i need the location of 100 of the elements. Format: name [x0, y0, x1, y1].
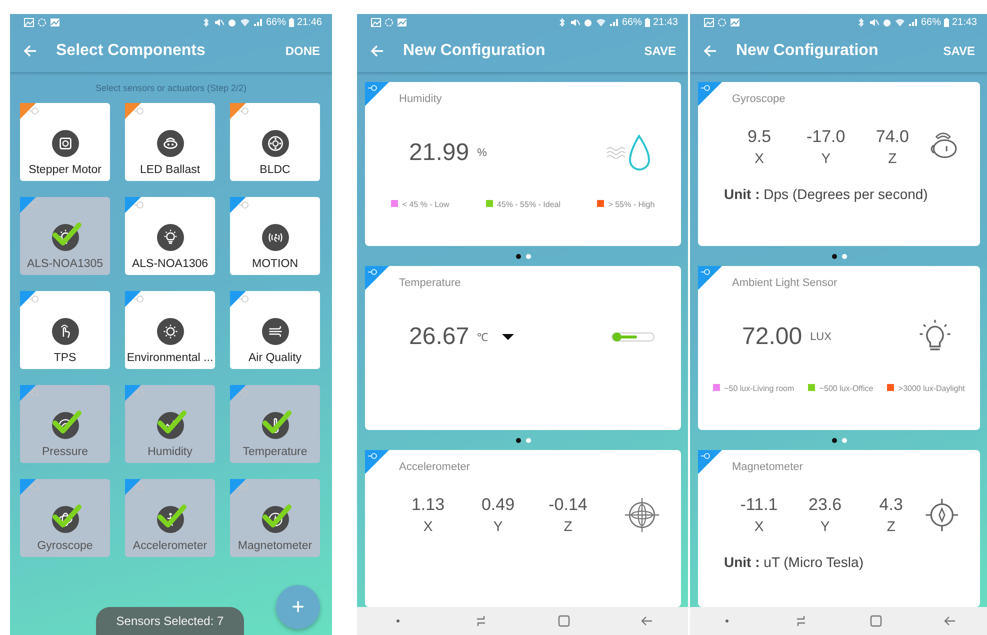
wifi-icon [894, 18, 905, 26]
reading-value: 26.67 [409, 322, 470, 350]
axis-label: X [754, 150, 764, 166]
battery-icon [944, 18, 949, 26]
component-tile[interactable]: ALS-NOA1305 [20, 197, 110, 275]
component-tile[interactable]: Environmental ... [125, 291, 215, 369]
back-icon[interactable] [22, 43, 38, 59]
sensor-icon [134, 483, 144, 491]
clock-time: 21:43 [652, 16, 678, 28]
clock-time: 21:43 [952, 16, 977, 28]
component-tile[interactable]: Magnetometer [230, 479, 320, 557]
component-tile[interactable]: Humidity [125, 385, 215, 463]
image-icon [24, 18, 34, 26]
finger-touch-icon [52, 318, 78, 345]
check-icon [262, 409, 292, 435]
sync-icon [37, 18, 47, 26]
wifi-icon [596, 18, 606, 26]
crosshair-icon [623, 496, 661, 534]
bulb-icon [52, 224, 78, 251]
signal-icon [908, 18, 918, 26]
axis-label: Y [820, 518, 830, 534]
unit-label: % [477, 146, 487, 158]
screen-title: New Configuration [403, 42, 546, 60]
component-tile[interactable]: Gyroscope [20, 479, 110, 557]
bluetooth-icon [200, 18, 211, 26]
component-tile[interactable]: Pressure [20, 385, 110, 463]
action-button[interactable]: SAVE [642, 40, 678, 62]
page-dot[interactable] [842, 438, 846, 442]
add-button[interactable]: + [276, 585, 320, 629]
page-dot[interactable] [832, 254, 836, 258]
sensor-icon [29, 295, 39, 303]
page-dot[interactable] [842, 254, 846, 258]
page-dot[interactable] [516, 438, 520, 442]
signal-icon [608, 18, 619, 26]
back-icon[interactable] [369, 43, 385, 59]
bulb-icon [156, 224, 184, 251]
card-title: Gyroscope [732, 93, 786, 105]
page-dot[interactable] [832, 438, 836, 442]
page-dot[interactable] [516, 254, 520, 258]
action-button[interactable]: DONE [283, 40, 322, 62]
step-hint: Select sensors or actuators (Step 2/2) [94, 83, 248, 93]
battery-percent: 66% [920, 16, 941, 28]
sensor-icon [239, 107, 249, 115]
sensor-icon [29, 201, 39, 209]
check-icon [52, 409, 82, 435]
page-dot[interactable] [526, 254, 530, 258]
reading-value: 21.99 [409, 138, 470, 166]
back-icon[interactable] [640, 614, 654, 628]
component-tile[interactable]: MOTION [230, 197, 320, 275]
axis-value: -11.1 [740, 495, 778, 515]
chart-icon [730, 18, 740, 26]
card-title: Humidity [399, 93, 442, 105]
compass-icon [262, 506, 288, 533]
axis-value: 4.3 [879, 495, 903, 515]
gyroscope-icon [52, 506, 78, 533]
battery-icon [288, 18, 294, 26]
signal-icon [252, 18, 263, 26]
back-icon[interactable] [942, 614, 957, 628]
axis-value: 0.49 [481, 495, 515, 515]
lamp-icon [156, 130, 184, 157]
sensor-icon [134, 201, 144, 209]
mute-icon [570, 18, 580, 26]
component-tile[interactable]: Accelerometer [125, 479, 215, 557]
legend-label: >3000 lux-Daylight [898, 384, 965, 393]
legend-label: 45% - 55% - Ideal [496, 200, 561, 209]
home-icon[interactable] [868, 614, 883, 628]
axis-label: X [754, 518, 764, 534]
card-title: Accelerometer [399, 461, 470, 473]
back-icon[interactable] [702, 43, 718, 59]
card-title: Ambient Light Sensor [732, 277, 838, 289]
unit-text: Unit : Dps (Degrees per second) [724, 186, 929, 202]
sensor-icon [134, 295, 144, 303]
card-title: Magnetometer [732, 461, 803, 473]
component-tile[interactable]: TPS [20, 291, 110, 369]
home-icon[interactable] [556, 614, 571, 628]
sensor-icon [239, 295, 249, 303]
mute-icon [868, 18, 879, 26]
component-tile[interactable]: LED Ballast [125, 103, 215, 181]
component-tile[interactable]: Air Quality [230, 291, 320, 369]
component-tile[interactable]: Stepper Motor [20, 103, 110, 181]
toast-message: Sensors Selected: 7 [96, 607, 244, 635]
screen-title: New Configuration [736, 42, 880, 60]
action-button[interactable]: SAVE [941, 40, 977, 62]
component-tile[interactable]: ALS-NOA1306 [125, 197, 215, 275]
check-icon [52, 221, 82, 247]
axis-label: Y [493, 518, 503, 534]
gear-icon [262, 130, 288, 157]
axis-label: X [423, 518, 433, 534]
axis-label: Z [564, 518, 572, 534]
axis-value: 9.5 [747, 127, 772, 147]
component-tile[interactable]: BLDC [230, 103, 320, 181]
sensor-icon [134, 107, 144, 115]
caret-icon[interactable] [502, 332, 514, 340]
component-tile[interactable]: Temperature [230, 385, 320, 463]
battery-icon [644, 18, 650, 26]
sensor-icon [239, 483, 249, 491]
axis-value: -0.14 [548, 495, 588, 515]
sensor-icon [239, 201, 249, 209]
page-dot[interactable] [526, 438, 530, 442]
axis-value: 1.13 [411, 495, 445, 515]
